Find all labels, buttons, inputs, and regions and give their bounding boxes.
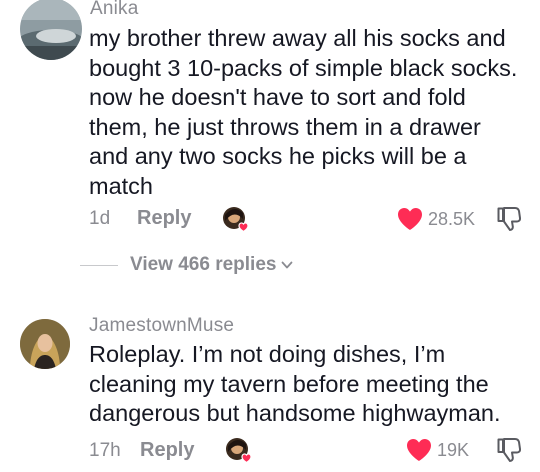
comment-line: bought 3 10-packs of simple black socks. [89, 54, 518, 81]
heart-icon [398, 208, 422, 230]
comment-author[interactable]: JamestownMuse [89, 315, 234, 337]
avatar[interactable] [20, 319, 70, 369]
like-button[interactable]: 19K [406, 436, 469, 464]
view-replies-label: View 466 replies [130, 254, 277, 275]
comment-line: match [89, 172, 153, 199]
reply-button[interactable]: Reply [137, 207, 191, 230]
thumbs-down-icon[interactable] [497, 437, 522, 463]
thumbs-down-icon[interactable] [497, 206, 522, 232]
avatar[interactable] [20, 0, 82, 60]
comment-text: my brother threw away all his socks and … [89, 24, 517, 202]
comment-item: JamestownMuse Roleplay. I’m not doing di… [0, 300, 540, 472]
view-replies-button[interactable]: View 466 replies [80, 254, 294, 276]
comment-line: and any two socks he picks will be a [89, 143, 467, 170]
comment-item: Anika my brother threw away all his sock… [0, 0, 540, 240]
comment-author[interactable]: Anika [90, 0, 139, 20]
comment-timestamp: 1d [89, 208, 111, 229]
comment-line: cleaning my tavern before meeting the [89, 370, 489, 397]
comment-text: Roleplay. I’m not doing dishes, I’m clea… [89, 340, 501, 429]
heart-icon [407, 439, 431, 461]
comment-line: now he doesn't have to sort and fold [89, 84, 466, 111]
divider [80, 264, 118, 266]
comment-line: Roleplay. I’m not doing dishes, I’m [89, 341, 446, 367]
creator-liked-avatar-icon [224, 436, 252, 464]
comment-timestamp: 17h [89, 440, 121, 461]
like-count: 28.5K [428, 208, 476, 229]
like-button[interactable]: 28.5K [397, 205, 475, 233]
comment-line: dangerous but handsome highwayman. [89, 400, 501, 427]
like-count: 19K [437, 439, 470, 460]
reply-button[interactable]: Reply [140, 439, 194, 462]
creator-liked-avatar-icon [221, 205, 249, 233]
chevron-down-icon [282, 261, 293, 269]
comment-line: them, he just throws them in a drawer [89, 113, 481, 140]
comment-line: my brother threw away all his socks and [89, 25, 506, 51]
